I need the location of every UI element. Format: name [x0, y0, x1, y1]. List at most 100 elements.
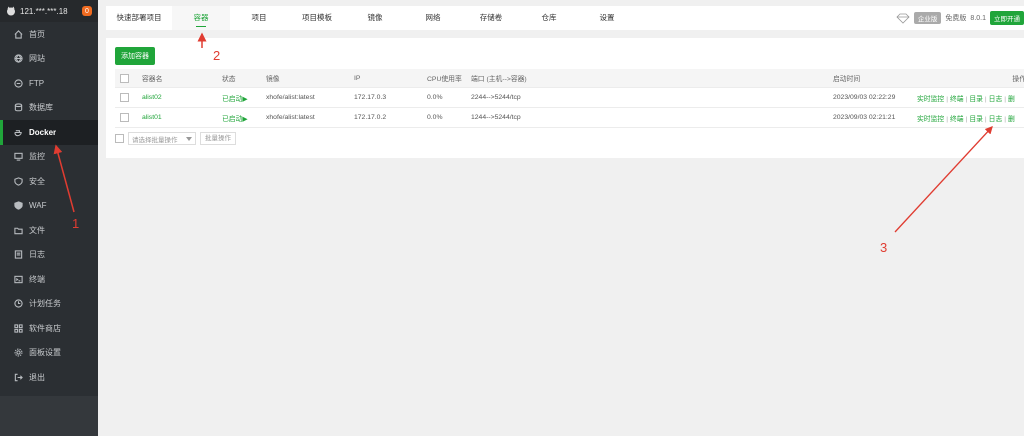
- tab-1[interactable]: 容器: [172, 6, 230, 30]
- sidebar-item-label: 计划任务: [29, 299, 61, 309]
- gear-icon: [14, 348, 23, 357]
- col-ip: IP: [354, 69, 427, 88]
- batch-select[interactable]: 请选择批量操作: [128, 132, 196, 145]
- batch-button[interactable]: 批量操作: [200, 132, 236, 145]
- tab-0[interactable]: 快速部署项目: [106, 6, 172, 30]
- globe-icon: [14, 54, 23, 64]
- action-2[interactable]: 目录: [969, 96, 983, 103]
- tab-6[interactable]: 存储卷: [462, 6, 520, 30]
- sidebar-item-0[interactable]: 首页: [0, 22, 98, 47]
- sidebar: 121.***.***.18 0 首页网站 FTP 数据库 Docker 监控 安全 WAF…: [0, 0, 98, 436]
- tab-7[interactable]: 仓库: [520, 6, 578, 30]
- buy-button[interactable]: 立即开通: [990, 11, 1024, 25]
- batch-bar: 请选择批量操作 批量操作: [115, 132, 236, 145]
- container-name[interactable]: alist01: [142, 107, 222, 128]
- enterprise-badge[interactable]: 企业版: [913, 12, 942, 24]
- sidebar-item-8[interactable]: 文件: [0, 218, 98, 243]
- action-0[interactable]: 实时监控: [917, 116, 944, 123]
- sidebar-item-7[interactable]: WAF: [0, 194, 98, 219]
- ftp-icon: [14, 79, 23, 88]
- annotation-3: 3: [880, 240, 888, 255]
- sidebar-item-9[interactable]: 日志: [0, 243, 98, 268]
- status-badge[interactable]: 已启动▶: [222, 107, 266, 128]
- time-cell: 2023/09/03 02:21:21: [833, 107, 917, 128]
- sidebar-item-label: 数据库: [29, 103, 53, 113]
- tab-2[interactable]: 项目: [230, 6, 288, 30]
- batch-checkbox[interactable]: [115, 134, 124, 143]
- sidebar-item-13[interactable]: 面板设置: [0, 341, 98, 366]
- add-container-button[interactable]: 添加容器: [115, 47, 155, 65]
- annotation-1: 1: [72, 216, 80, 231]
- select-all-checkbox[interactable]: [120, 73, 129, 83]
- docker-icon: [14, 129, 22, 136]
- sidebar-item-11[interactable]: 计划任务: [0, 292, 98, 317]
- row-checkbox[interactable]: [120, 93, 129, 102]
- cpu-cell: 0.0%: [427, 107, 471, 128]
- sidebar-item-label: 软件商店: [29, 323, 61, 333]
- action-4[interactable]: 删: [1008, 96, 1015, 103]
- image-cell: xhofe/alist:latest: [266, 87, 354, 108]
- status-badge[interactable]: 已启动▶: [222, 87, 266, 108]
- database-icon: [14, 103, 23, 112]
- free-edition-label: 免费版: [945, 15, 967, 22]
- sidebar-item-label: 首页: [29, 29, 45, 39]
- ip-cell: 172.17.0.3: [354, 87, 427, 108]
- sidebar-item-label: 文件: [29, 225, 45, 235]
- tab-3[interactable]: 项目模板: [288, 6, 346, 30]
- sidebar-item-5[interactable]: 监控: [0, 145, 98, 170]
- grid-icon: [14, 324, 23, 333]
- action-3[interactable]: 日志: [989, 96, 1003, 103]
- server-ip: 121.***.***.18: [20, 6, 68, 16]
- container-name[interactable]: alist02: [142, 87, 222, 108]
- col-start-time: 启动时间: [833, 69, 917, 88]
- terminal-icon: [14, 275, 23, 283]
- play-icon: ▶: [242, 115, 248, 123]
- table-header-row: 容器名 状态 镜像 IP CPU使用率 端口 (主机-->容器) 启动时间 操作: [115, 69, 1024, 88]
- sidebar-item-label: WAF: [29, 201, 47, 211]
- port-cell: 1244-->5244/tcp: [471, 107, 833, 128]
- action-1[interactable]: 终端: [950, 96, 964, 103]
- ip-cell: 172.17.0.2: [354, 107, 427, 128]
- container-panel: 添加容器 容器名 状态 镜像 IP CPU使用率 端口 (主机-->容器) 启动…: [106, 38, 1024, 158]
- sidebar-item-14[interactable]: 退出: [0, 365, 98, 390]
- sidebar-item-4[interactable]: Docker: [0, 120, 98, 145]
- action-4[interactable]: 删: [1008, 116, 1015, 123]
- sidebar-item-12[interactable]: 软件商店: [0, 316, 98, 341]
- sidebar-item-2[interactable]: FTP: [0, 71, 98, 96]
- server-header: 121.***.***.18 0: [0, 0, 98, 22]
- sidebar-item-label: 退出: [29, 372, 45, 382]
- action-0[interactable]: 实时监控: [917, 96, 944, 103]
- cpu-cell: 0.0%: [427, 87, 471, 108]
- sidebar-item-label: FTP: [29, 78, 45, 88]
- col-image: 镜像: [266, 69, 354, 88]
- version-label: 8.0.1: [970, 14, 986, 22]
- folder-icon: [14, 227, 23, 234]
- diamond-icon: [896, 13, 910, 24]
- sidebar-item-label: Docker: [29, 127, 57, 137]
- tab-4[interactable]: 镜像: [346, 6, 404, 30]
- sidebar-item-1[interactable]: 网站: [0, 47, 98, 72]
- col-status: 状态: [222, 69, 266, 88]
- row-checkbox[interactable]: [120, 113, 129, 122]
- sidebar-item-label: 面板设置: [29, 348, 61, 358]
- sidebar-footer: [0, 396, 98, 436]
- container-table: 容器名 状态 镜像 IP CPU使用率 端口 (主机-->容器) 启动时间 操作…: [115, 69, 1024, 128]
- actions-cell: 实时监控 | 终端 | 目录 | 日志 | 删: [917, 107, 1024, 128]
- col-actions: 操作: [917, 69, 1024, 88]
- tab-5[interactable]: 网络: [404, 6, 462, 30]
- sidebar-item-label: 日志: [29, 250, 45, 260]
- notification-badge[interactable]: 0: [82, 6, 92, 16]
- sidebar-item-label: 终端: [29, 274, 45, 284]
- sidebar-item-3[interactable]: 数据库: [0, 96, 98, 121]
- action-2[interactable]: 目录: [969, 116, 983, 123]
- cat-logo-icon: [7, 6, 15, 16]
- tab-8[interactable]: 设置: [578, 6, 636, 30]
- home-icon: [14, 29, 23, 39]
- action-3[interactable]: 日志: [989, 116, 1003, 123]
- col-port: 端口 (主机-->容器): [471, 69, 833, 88]
- sidebar-item-10[interactable]: 终端: [0, 267, 98, 292]
- action-1[interactable]: 终端: [950, 116, 964, 123]
- sidebar-item-6[interactable]: 安全: [0, 169, 98, 194]
- sidebar-item-label: 网站: [29, 54, 45, 64]
- top-tabs: 快速部署项目 容器 项目 项目模板 镜像 网络 存储卷 仓库 设置 企业版 免费版 8.0.1 …: [106, 6, 1024, 30]
